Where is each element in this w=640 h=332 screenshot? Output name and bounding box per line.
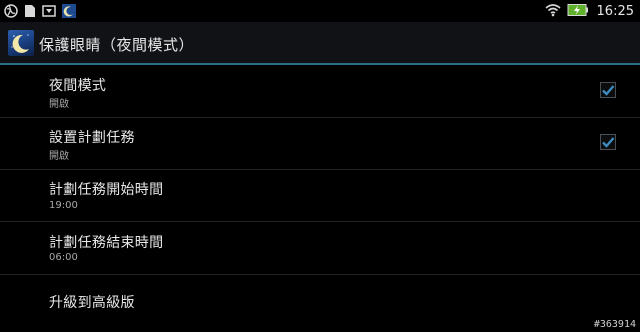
- setting-title: 計劃任務開始時間: [49, 182, 164, 198]
- crescent-moon-icon[interactable]: [8, 30, 34, 56]
- watermark: #363914: [593, 319, 636, 330]
- clock: 16:25: [596, 4, 634, 19]
- notification-icons: [4, 3, 76, 22]
- setting-summary: 19:00: [49, 200, 78, 211]
- battery-charging-icon: [567, 2, 589, 21]
- setting-summary: 06:00: [49, 252, 78, 263]
- setting-upgrade[interactable]: 升級到高級版: [0, 275, 640, 327]
- system-icons: 16:25: [545, 2, 634, 21]
- schedule-checkbox[interactable]: [600, 134, 616, 150]
- download-icon: [42, 3, 56, 22]
- setting-title: 設置計劃任務: [49, 130, 135, 146]
- sd-card-icon: [24, 3, 36, 22]
- wifi-icon: [545, 2, 561, 21]
- setting-summary: 開啟: [49, 151, 69, 162]
- setting-end-time[interactable]: 計劃任務結束時間 06:00: [0, 222, 640, 274]
- setting-start-time[interactable]: 計劃任務開始時間 19:00: [0, 170, 640, 222]
- setting-title: 計劃任務結束時間: [49, 235, 164, 251]
- setting-schedule[interactable]: 設置計劃任務 開啟: [0, 118, 640, 170]
- night-mode-checkbox[interactable]: [600, 82, 616, 98]
- page-title: 保護眼睛（夜間模式）: [39, 36, 195, 54]
- setting-title: 升級到高級版: [49, 295, 135, 311]
- app-notification-icon: [62, 3, 76, 22]
- setting-summary: 開啟: [49, 99, 69, 110]
- setting-title: 夜間模式: [49, 78, 107, 94]
- setting-night-mode[interactable]: 夜間模式 開啟: [0, 65, 640, 117]
- globe-icon: [4, 3, 18, 22]
- status-bar: 16:25: [0, 0, 640, 22]
